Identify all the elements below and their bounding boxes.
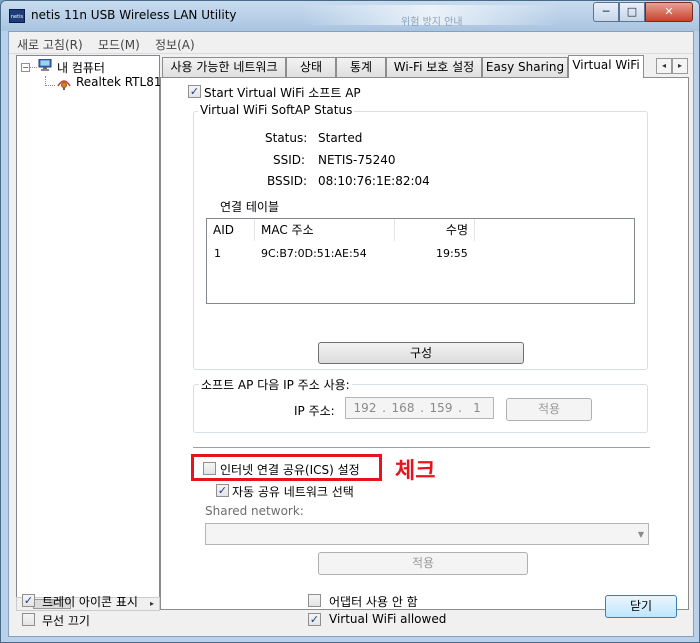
softap-status-group-title: Virtual WiFi SoftAP Status (198, 103, 355, 117)
title-bar[interactable]: netis netis 11n USB Wireless LAN Utility… (1, 1, 699, 31)
ssid-label: SSID: (273, 153, 306, 167)
tree-connector (30, 67, 37, 68)
app-window: netis netis 11n USB Wireless LAN Utility… (0, 0, 700, 643)
window-title: netis 11n USB Wireless LAN Utility (31, 8, 237, 22)
background-ghost-text: 위험 방지 안내 (401, 17, 463, 28)
ip-dot: . (458, 401, 462, 415)
tab-scroll-left-icon[interactable]: ◂ (656, 58, 672, 74)
start-softap-label: Start Virtual WiFi 소프트 AP (204, 86, 361, 100)
dropdown-arrow-icon: ▼ (637, 530, 644, 539)
connection-table[interactable]: AID MAC 주소 수명 1 9C:B7:0D:51:AE:54 19:55 (206, 218, 635, 304)
minimize-button[interactable]: ─ (593, 2, 619, 22)
tab-statistics[interactable]: 통계 (336, 57, 386, 77)
ics-apply-button[interactable]: 적용 (318, 552, 528, 575)
configure-button[interactable]: 구성 (318, 342, 524, 364)
tab-status[interactable]: 상태 (286, 57, 336, 77)
ip-octet-4: 1 (473, 401, 481, 415)
tree-item-realtek-adapter[interactable]: Realtek RTL8188 (76, 75, 160, 89)
status-label: Status: (265, 131, 308, 145)
menu-bar: 새로 고침(R) 모드(M) 정보(A) (9, 32, 693, 54)
tray-icon-label: 트레이 아이콘 표시 (42, 595, 138, 609)
ip-address-field[interactable]: 192 . 168 . 159 . 1 (345, 397, 494, 419)
client-area: 새로 고침(R) 모드(M) 정보(A) − 내 컴퓨터 Realtek RTL… (8, 31, 694, 637)
wireless-adapter-icon (57, 80, 71, 90)
bssid-value: 08:10:76:1E:82:04 (318, 174, 430, 188)
ssid-value: NETIS-75240 (318, 153, 396, 167)
tab-available-networks[interactable]: 사용 가능한 네트워크 (162, 57, 286, 77)
shared-network-label: Shared network: (205, 504, 304, 518)
column-header-lifetime[interactable]: 수명 (395, 219, 475, 241)
menu-mode[interactable]: 모드(M) (98, 36, 140, 53)
ics-checkbox[interactable] (203, 462, 216, 475)
bssid-label: BSSID: (267, 174, 308, 188)
adapter-disable-label: 어댑터 사용 안 함 (329, 595, 418, 609)
tab-virtual-wifi[interactable]: Virtual WiFi (568, 55, 644, 78)
tab-wps[interactable]: Wi-Fi 보호 설정 (386, 57, 482, 77)
adapter-disable-checkbox[interactable] (308, 594, 321, 607)
shared-network-select[interactable]: ▼ (205, 523, 649, 545)
check-annotation: 체크 (395, 459, 436, 484)
ip-apply-button[interactable]: 적용 (506, 398, 592, 421)
scroll-right-arrow-icon[interactable]: ▸ (145, 598, 159, 610)
tree-collapse-toggle[interactable]: − (21, 63, 30, 72)
table-cell-mac: 9C:B7:0D:51:AE:54 (261, 247, 367, 260)
ip-octet-3: 159 (429, 401, 453, 415)
ics-label: 인터넷 연결 공유(ICS) 설정 (220, 463, 360, 477)
softap-ip-group-title: 소프트 AP 다음 IP 주소 사용: (199, 376, 352, 393)
ip-address-label: IP 주소: (294, 404, 335, 418)
tree-connector (45, 85, 55, 86)
ip-octet-1: 192 (353, 401, 377, 415)
table-cell-lifetime: 19:55 (436, 247, 468, 260)
tab-scroll-right-icon[interactable]: ▸ (672, 58, 688, 74)
netis-app-icon: netis (9, 9, 25, 23)
column-header-mac[interactable]: MAC 주소 (255, 219, 395, 241)
close-button[interactable]: 닫기 (605, 595, 677, 618)
computer-icon (38, 59, 52, 71)
radio-off-label: 무선 끄기 (42, 614, 90, 628)
auto-share-label: 자동 공유 네트워크 선택 (232, 485, 354, 499)
virtual-wifi-panel: ✓ Start Virtual WiFi 소프트 AP Virtual WiFi… (160, 77, 689, 610)
virtual-wifi-allowed-checkbox[interactable]: ✓ (308, 613, 321, 626)
tree-item-my-computer[interactable]: 내 컴퓨터 (57, 59, 105, 76)
maximize-button[interactable]: □ (619, 2, 645, 22)
virtual-wifi-allowed-label: Virtual WiFi allowed (329, 612, 447, 626)
adapter-tree[interactable]: − 내 컴퓨터 Realtek RTL8188 (16, 55, 160, 610)
tray-icon-checkbox[interactable]: ✓ (22, 594, 35, 607)
connection-table-label: 연결 테이블 (220, 200, 280, 214)
menu-refresh[interactable]: 새로 고침(R) (17, 36, 83, 53)
column-header-aid[interactable]: AID (207, 219, 255, 241)
close-window-button[interactable]: ✕ (645, 2, 693, 22)
menu-about[interactable]: 정보(A) (155, 36, 195, 53)
start-softap-checkbox[interactable]: ✓ (188, 85, 201, 98)
ip-octet-2: 168 (391, 401, 415, 415)
auto-share-checkbox[interactable]: ✓ (216, 484, 229, 497)
table-cell-aid: 1 (214, 247, 221, 260)
ip-dot: . (382, 401, 386, 415)
status-value: Started (318, 131, 363, 145)
tab-easy-sharing[interactable]: Easy Sharing (482, 57, 568, 77)
ip-dot: . (420, 401, 424, 415)
radio-off-checkbox[interactable] (22, 613, 35, 626)
section-separator (193, 447, 650, 449)
